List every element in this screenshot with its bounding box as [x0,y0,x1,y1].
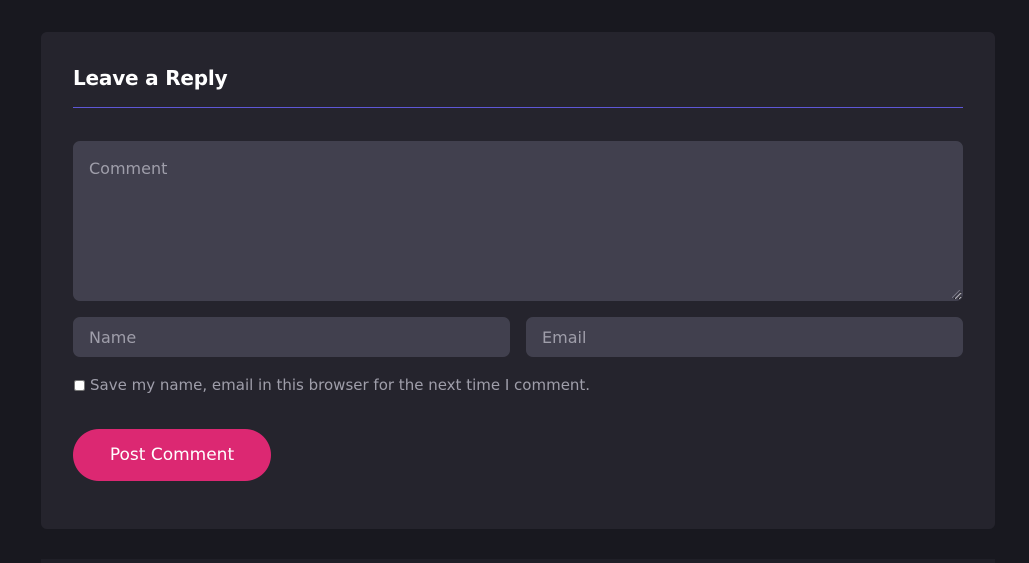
save-info-consent[interactable]: Save my name, email in this browser for … [73,375,590,395]
title-divider [73,107,963,108]
reply-form-card: Leave a Reply Save my name, email in thi… [41,32,995,529]
textarea-resize-handle-icon[interactable] [952,290,960,298]
comment-textarea[interactable] [73,141,963,301]
save-info-label: Save my name, email in this browser for … [90,376,591,394]
page: Leave a Reply Save my name, email in thi… [0,0,1029,563]
post-comment-button[interactable]: Post Comment [73,429,271,481]
next-section-edge [41,559,995,563]
reply-form-title: Leave a Reply [73,66,228,90]
email-input[interactable] [526,317,963,357]
save-info-checkbox[interactable] [74,379,85,391]
name-input[interactable] [73,317,510,357]
